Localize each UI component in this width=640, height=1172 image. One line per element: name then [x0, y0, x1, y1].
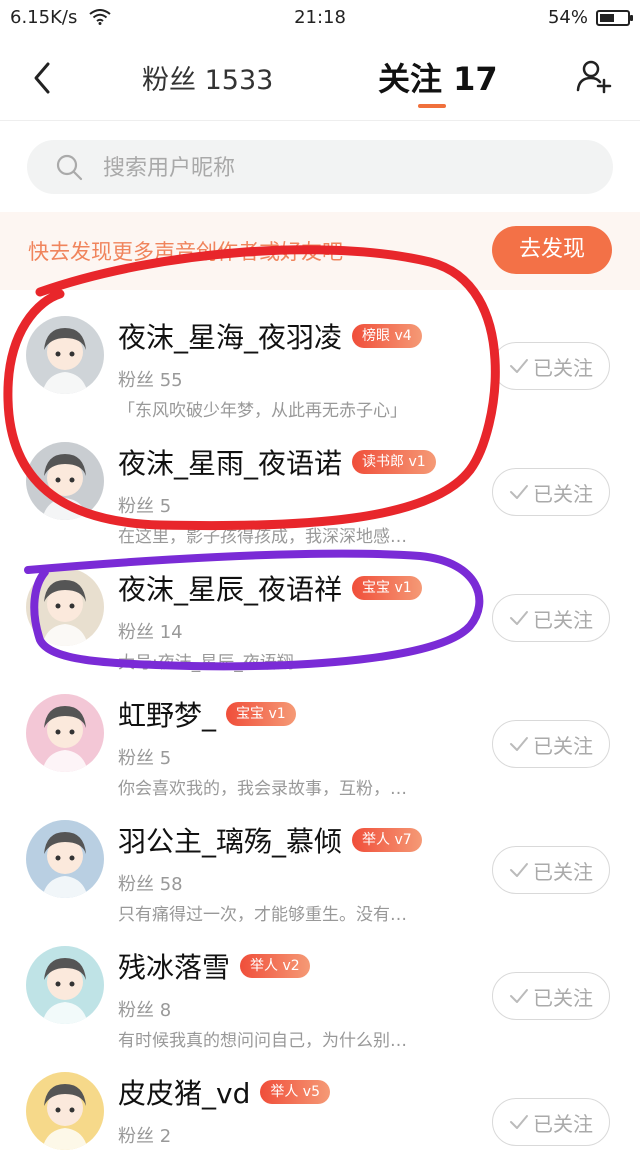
avatar-image: [26, 1072, 104, 1150]
checkmark-icon: [510, 989, 528, 1003]
avatar-image: [26, 316, 104, 394]
level-badge: 举人 v7: [352, 828, 422, 852]
list-item[interactable]: 夜沫_星雨_夜语诺 读书郎 v1 粉丝 5 在这里，影子孩得孩成，我深深地感… 已关注: [0, 416, 640, 547]
battery-status: 54%: [547, 7, 633, 28]
battery-icon: [596, 9, 633, 26]
fan-count: 粉丝 14: [118, 622, 183, 643]
avatar-image: [26, 442, 104, 520]
fan-count: 粉丝 5: [118, 496, 172, 517]
tab-following[interactable]: 关注 17: [378, 54, 498, 100]
user-name[interactable]: 夜沫_星辰_夜语祥: [118, 568, 342, 608]
user-name[interactable]: 羽公主_璃殇_慕倾: [118, 820, 342, 860]
list-item[interactable]: 羽公主_璃殇_慕倾 举人 v7 粉丝 58 只有痛得过一次，才能够重生。没有… 已关注: [0, 794, 640, 925]
search-input[interactable]: [101, 140, 585, 196]
checkmark-icon: [510, 737, 528, 751]
checkmark-icon: [510, 611, 528, 625]
checkmark-icon: [510, 359, 528, 373]
list-item[interactable]: 残冰落雪 举人 v2 粉丝 8 有时候我真的想问问自己，为什么别… 已关注: [0, 920, 640, 1051]
checkmark-icon: [510, 485, 528, 499]
user-name[interactable]: 残冰落雪: [118, 946, 230, 986]
top-nav: 粉丝 1533 关注 17: [0, 36, 640, 121]
following-button[interactable]: 已关注: [492, 846, 610, 894]
following-label: 已关注: [533, 859, 593, 884]
following-label: 已关注: [533, 985, 593, 1010]
name-row: 虹野梦_ 宝宝 v1: [118, 694, 296, 734]
search-icon: [56, 154, 83, 181]
avatar-image: [26, 946, 104, 1024]
tab-fans[interactable]: 粉丝 1533: [142, 58, 273, 97]
discover-text: 快去发现更多声音创作者或好友吧~: [28, 240, 361, 264]
clock: 21:18: [294, 7, 346, 28]
name-row: 夜沫_星雨_夜语诺 读书郎 v1: [118, 442, 436, 482]
avatar[interactable]: [26, 568, 104, 646]
avatar-image: [26, 820, 104, 898]
user-name[interactable]: 夜沫_星雨_夜语诺: [118, 442, 342, 482]
avatar[interactable]: [26, 820, 104, 898]
user-name[interactable]: 皮皮猪_vd: [118, 1072, 250, 1112]
discover-button[interactable]: 去发现: [492, 226, 612, 274]
checkmark-icon: [510, 1115, 528, 1129]
avatar[interactable]: [26, 1072, 104, 1150]
name-row: 羽公主_璃殇_慕倾 举人 v7: [118, 820, 422, 860]
following-button[interactable]: 已关注: [492, 972, 610, 1020]
avatar-image: [26, 694, 104, 772]
avatar[interactable]: [26, 316, 104, 394]
avatar[interactable]: [26, 442, 104, 520]
name-row: 皮皮猪_vd 举人 v5: [118, 1072, 331, 1112]
fan-count: 粉丝 2: [118, 1126, 172, 1147]
level-badge: 读书郎 v1: [352, 450, 436, 474]
list-item[interactable]: 虹野梦_ 宝宝 v1 粉丝 5 你会喜欢我的，我会录故事，互粉，… 已关注: [0, 668, 640, 799]
avatar[interactable]: [26, 694, 104, 772]
fan-count: 粉丝 8: [118, 1000, 172, 1021]
following-button[interactable]: 已关注: [492, 342, 610, 390]
status-bar: 6.15K/s 21:18 54%: [0, 0, 640, 36]
battery-percent: 54%: [547, 7, 588, 28]
following-list: 夜沫_星海_夜羽凌 榜眼 v4 粉丝 55 「东风吹破少年梦，从此再无赤子心」 已关注夜…: [0, 290, 640, 1172]
following-button[interactable]: 已关注: [492, 1098, 610, 1146]
checkmark-icon: [510, 863, 528, 877]
following-label: 已关注: [533, 607, 593, 632]
following-button[interactable]: 已关注: [492, 720, 610, 768]
list-item[interactable]: 皮皮猪_vd 举人 v5 粉丝 2 已关注: [0, 1046, 640, 1172]
name-row: 残冰落雪 举人 v2: [118, 946, 310, 986]
user-name[interactable]: 虹野梦_: [118, 694, 216, 734]
fan-count: 粉丝 5: [118, 748, 172, 769]
level-badge: 举人 v2: [240, 954, 310, 978]
list-item[interactable]: 夜沫_星海_夜羽凌 榜眼 v4 粉丝 55 「东风吹破少年梦，从此再无赤子心」 已关注: [0, 290, 640, 421]
level-badge: 榜眼 v4: [352, 324, 422, 348]
level-badge: 宝宝 v1: [226, 702, 296, 726]
user-name[interactable]: 夜沫_星海_夜羽凌: [118, 316, 342, 356]
avatar-image: [26, 568, 104, 646]
back-arrow-icon[interactable]: [28, 60, 58, 96]
following-label: 已关注: [533, 1111, 593, 1136]
following-label: 已关注: [533, 355, 593, 380]
following-button[interactable]: 已关注: [492, 468, 610, 516]
name-row: 夜沫_星辰_夜语祥 宝宝 v1: [118, 568, 422, 608]
fan-count: 粉丝 58: [118, 874, 183, 895]
following-button[interactable]: 已关注: [492, 594, 610, 642]
discover-banner: 快去发现更多声音创作者或好友吧~ 去发现: [0, 212, 640, 290]
level-badge: 举人 v5: [260, 1080, 331, 1104]
following-label: 已关注: [533, 481, 593, 506]
name-row: 夜沫_星海_夜羽凌 榜眼 v4: [118, 316, 422, 356]
fan-count: 粉丝 55: [118, 370, 183, 391]
following-label: 已关注: [533, 733, 593, 758]
battery-fill: [600, 13, 615, 22]
level-badge: 宝宝 v1: [352, 576, 422, 600]
active-tab-indicator: [418, 104, 446, 108]
add-user-icon[interactable]: [574, 56, 614, 96]
search-bar[interactable]: [27, 140, 613, 196]
list-item[interactable]: 夜沫_星辰_夜语祥 宝宝 v1 粉丝 14 大号:夜沫_星辰_夜语翔 已关注: [0, 542, 640, 673]
avatar[interactable]: [26, 946, 104, 1024]
